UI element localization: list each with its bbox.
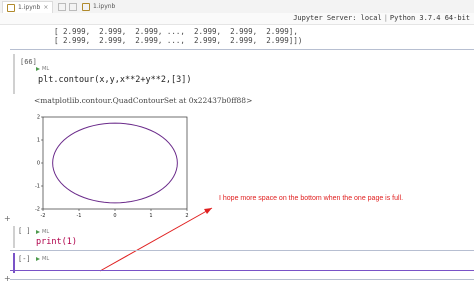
- cell-prompt: [-]: [18, 255, 31, 263]
- add-cell-icon[interactable]: +: [4, 214, 11, 223]
- cell-prompt: [ ]: [18, 227, 31, 235]
- play-icon: [36, 230, 40, 234]
- print-call: print(1): [36, 237, 77, 247]
- code-line[interactable]: print(1): [36, 237, 77, 247]
- run-cell-button[interactable]: ML: [36, 256, 49, 262]
- cell-divider: [10, 279, 474, 280]
- run-label: ML: [42, 256, 50, 262]
- run-cell-button[interactable]: ML: [36, 229, 49, 235]
- play-icon: [36, 257, 40, 261]
- run-label: ML: [42, 229, 50, 235]
- cell-focus-bar: [13, 226, 15, 248]
- cell-divider: [10, 250, 474, 251]
- cell-divider-active: [10, 270, 474, 271]
- add-cell-icon[interactable]: +: [4, 274, 11, 283]
